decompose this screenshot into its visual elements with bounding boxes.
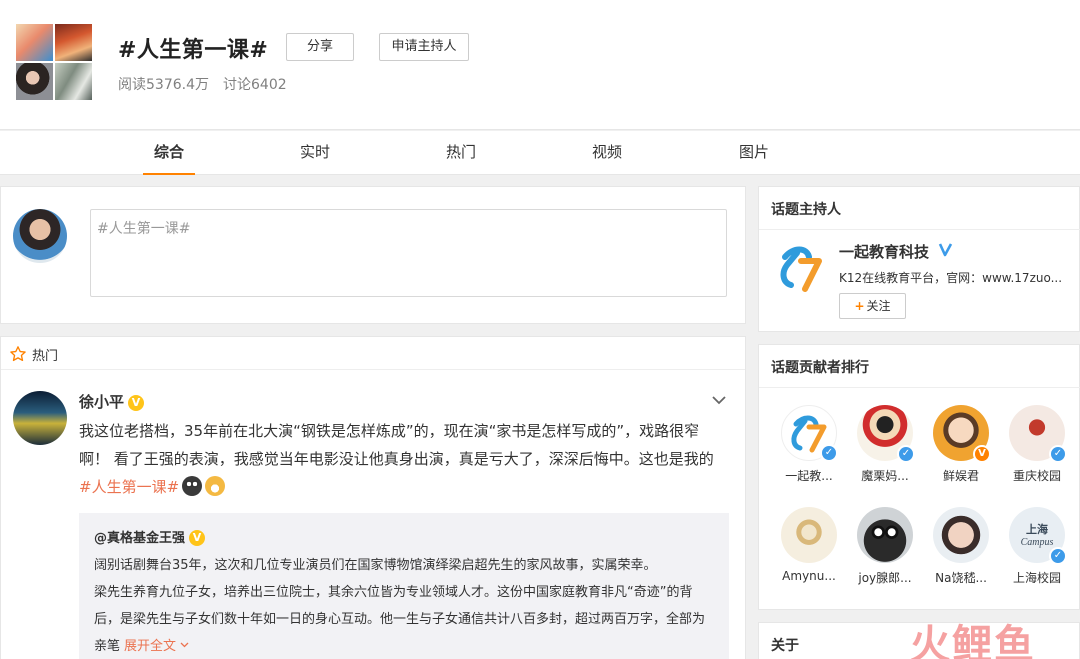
apply-host-button[interactable]: 申请主持人 [379, 33, 469, 61]
watermark-logo: 火鲤鱼 [910, 622, 1036, 659]
contributor-item[interactable]: ✓ 重庆校园 [999, 405, 1075, 484]
compose-box: #人生第一课# [0, 186, 746, 324]
verified-badge-icon: ✓ [820, 444, 838, 462]
contributor-item[interactable]: Na饶嵇... [923, 507, 999, 586]
repost-text: 阔别话剧舞台35年，这次和几位专业演员们在国家博物馆演绎梁启超先生的家风故事，实… [94, 552, 714, 659]
post-author-name[interactable]: 徐小平 [79, 393, 124, 411]
contributor-avatar[interactable] [933, 507, 989, 563]
verified-badge-icon: V [189, 530, 206, 546]
repost-author-name[interactable]: @真格基金王强 [94, 531, 185, 546]
contributor-name[interactable]: 鲜娱君 [923, 467, 999, 484]
host-panel-title: 话题主持人 [771, 202, 841, 218]
about-title: 关于 [771, 638, 799, 654]
read-count: 阅读5376.4万 [118, 77, 209, 93]
contributor-avatar[interactable]: ✓ [781, 405, 838, 462]
emoji-icon [205, 476, 226, 496]
contributor-name[interactable]: 魔栗妈... [847, 467, 923, 484]
verified-badge-icon: ✓ [897, 445, 915, 463]
contributor-avatar[interactable] [781, 507, 837, 563]
divider [759, 229, 1080, 230]
cover-tile [55, 24, 92, 61]
verified-badge-icon: ✓ [1049, 445, 1067, 463]
discussion-count: 讨论6402 [223, 77, 287, 93]
contributor-ranking-panel: 话题贡献者排行 ✓ 一起教... ✓ 魔栗妈... V 鲜娱君 ✓ 重庆校园 A… [758, 344, 1080, 610]
cover-tile [16, 63, 53, 100]
contributor-name[interactable]: 一起教... [771, 467, 847, 484]
emoji-icon [182, 476, 203, 496]
post-text: 我这位老搭档，35年前在北大演“钢铁是怎样炼成”的，现在演“家书是怎样写成的”，… [79, 417, 729, 501]
star-icon [10, 346, 26, 362]
contributor-name[interactable]: Na饶嵇... [923, 569, 999, 586]
post-author[interactable]: 徐小平 V [79, 391, 145, 412]
compose-input[interactable]: #人生第一课# [90, 209, 727, 297]
chevron-down-icon[interactable] [711, 395, 727, 405]
plus-icon: + [854, 299, 865, 313]
verified-badge-icon: V [128, 395, 145, 411]
follow-label: 关注 [866, 299, 891, 313]
contributor-name[interactable]: 上海校园 [999, 569, 1075, 586]
host-name[interactable]: 一起教育科技 [839, 241, 954, 262]
user-avatar[interactable] [13, 209, 67, 263]
repost-line: 阔别话剧舞台35年，这次和几位专业演员们在国家博物馆演绎梁启超先生的家风故事，实… [94, 558, 657, 573]
contributor-item[interactable]: Amynu... [771, 507, 847, 583]
topic-host-panel: 话题主持人 一起教育科技 K12在线教育平台，官网：www.17zuo... +… [758, 186, 1080, 332]
repost-line: 梁先生养育九位子女，培养出三位院士，其余六位皆为专业领域人才。这份中国家庭教育非… [94, 585, 706, 654]
feed-section-header: 热门 [1, 337, 745, 370]
contributor-item[interactable]: V 鲜娱君 [923, 405, 999, 484]
post-body: 我这位老搭档，35年前在北大演“钢铁是怎样炼成”的，现在演“家书是怎样写成的”，… [79, 422, 714, 468]
follow-button[interactable]: + 关注 [839, 293, 906, 319]
share-button[interactable]: 分享 [286, 33, 354, 61]
ranking-title: 话题贡献者排行 [771, 360, 869, 376]
divider [759, 387, 1080, 388]
cover-tile [55, 63, 92, 100]
contributor-avatar[interactable]: ✓ [857, 405, 915, 463]
contributor-item[interactable]: ✓ 魔栗妈... [847, 405, 923, 484]
expand-full-text-link[interactable]: 展开全文 [124, 639, 189, 654]
contributor-avatar[interactable] [857, 507, 913, 563]
topic-stats: 阅读5376.4万 讨论6402 [118, 74, 287, 94]
svg-text:Campus: Campus [1021, 537, 1054, 548]
tab-hot[interactable]: 热门 [435, 131, 487, 175]
verified-blue-icon [939, 243, 953, 257]
post-author-avatar[interactable] [13, 391, 67, 445]
contributor-item[interactable]: ✓ 一起教... [771, 405, 847, 484]
tab-video[interactable]: 视频 [581, 131, 633, 175]
chevron-down-icon [180, 642, 189, 648]
contributor-name[interactable]: Amynu... [771, 569, 847, 583]
feed-card: 热门 徐小平 V 我这位老搭档，35年前在北大演“钢铁是怎样炼成”的，现在演“家书… [0, 336, 746, 659]
contributor-name[interactable]: 重庆校园 [999, 467, 1075, 484]
post-hashtag-link[interactable]: #人生第一课# [79, 478, 179, 496]
verified-badge-icon: ✓ [1049, 547, 1067, 565]
tab-realtime[interactable]: 实时 [289, 131, 341, 175]
topic-title: #人生第一课# [118, 38, 269, 63]
cover-tile [16, 24, 53, 61]
contributor-item[interactable]: 上海 Campus ✓ 上海校园 [999, 507, 1075, 586]
svg-text:上海: 上海 [1026, 522, 1048, 536]
tab-bar: 综合 实时 热门 视频 图片 [0, 131, 1080, 175]
feed-section-label: 热门 [32, 349, 59, 364]
repost-author[interactable]: @真格基金王强 V [94, 527, 714, 546]
reposted-content[interactable]: @真格基金王强 V 阔别话剧舞台35年，这次和几位专业演员们在国家博物馆演绎梁启超… [79, 513, 729, 659]
host-logo-icon[interactable] [775, 241, 827, 297]
topic-header: #人生第一课# 分享 申请主持人 阅读5376.4万 讨论6402 [0, 0, 1080, 130]
contributor-avatar[interactable]: V [933, 405, 991, 463]
topic-cover-image [16, 24, 92, 100]
tab-images[interactable]: 图片 [728, 131, 780, 175]
contributor-item[interactable]: joy腺郎... [847, 507, 923, 586]
verified-badge-icon: V [973, 445, 991, 463]
host-name-text[interactable]: 一起教育科技 [839, 243, 929, 261]
contributor-avatar[interactable]: ✓ [1009, 405, 1067, 463]
tab-overview[interactable]: 综合 [143, 131, 195, 175]
contributor-name[interactable]: joy腺郎... [847, 569, 923, 586]
contributor-avatar[interactable]: 上海 Campus ✓ [1009, 507, 1067, 565]
host-description: K12在线教育平台，官网：www.17zuo... [839, 271, 1063, 285]
